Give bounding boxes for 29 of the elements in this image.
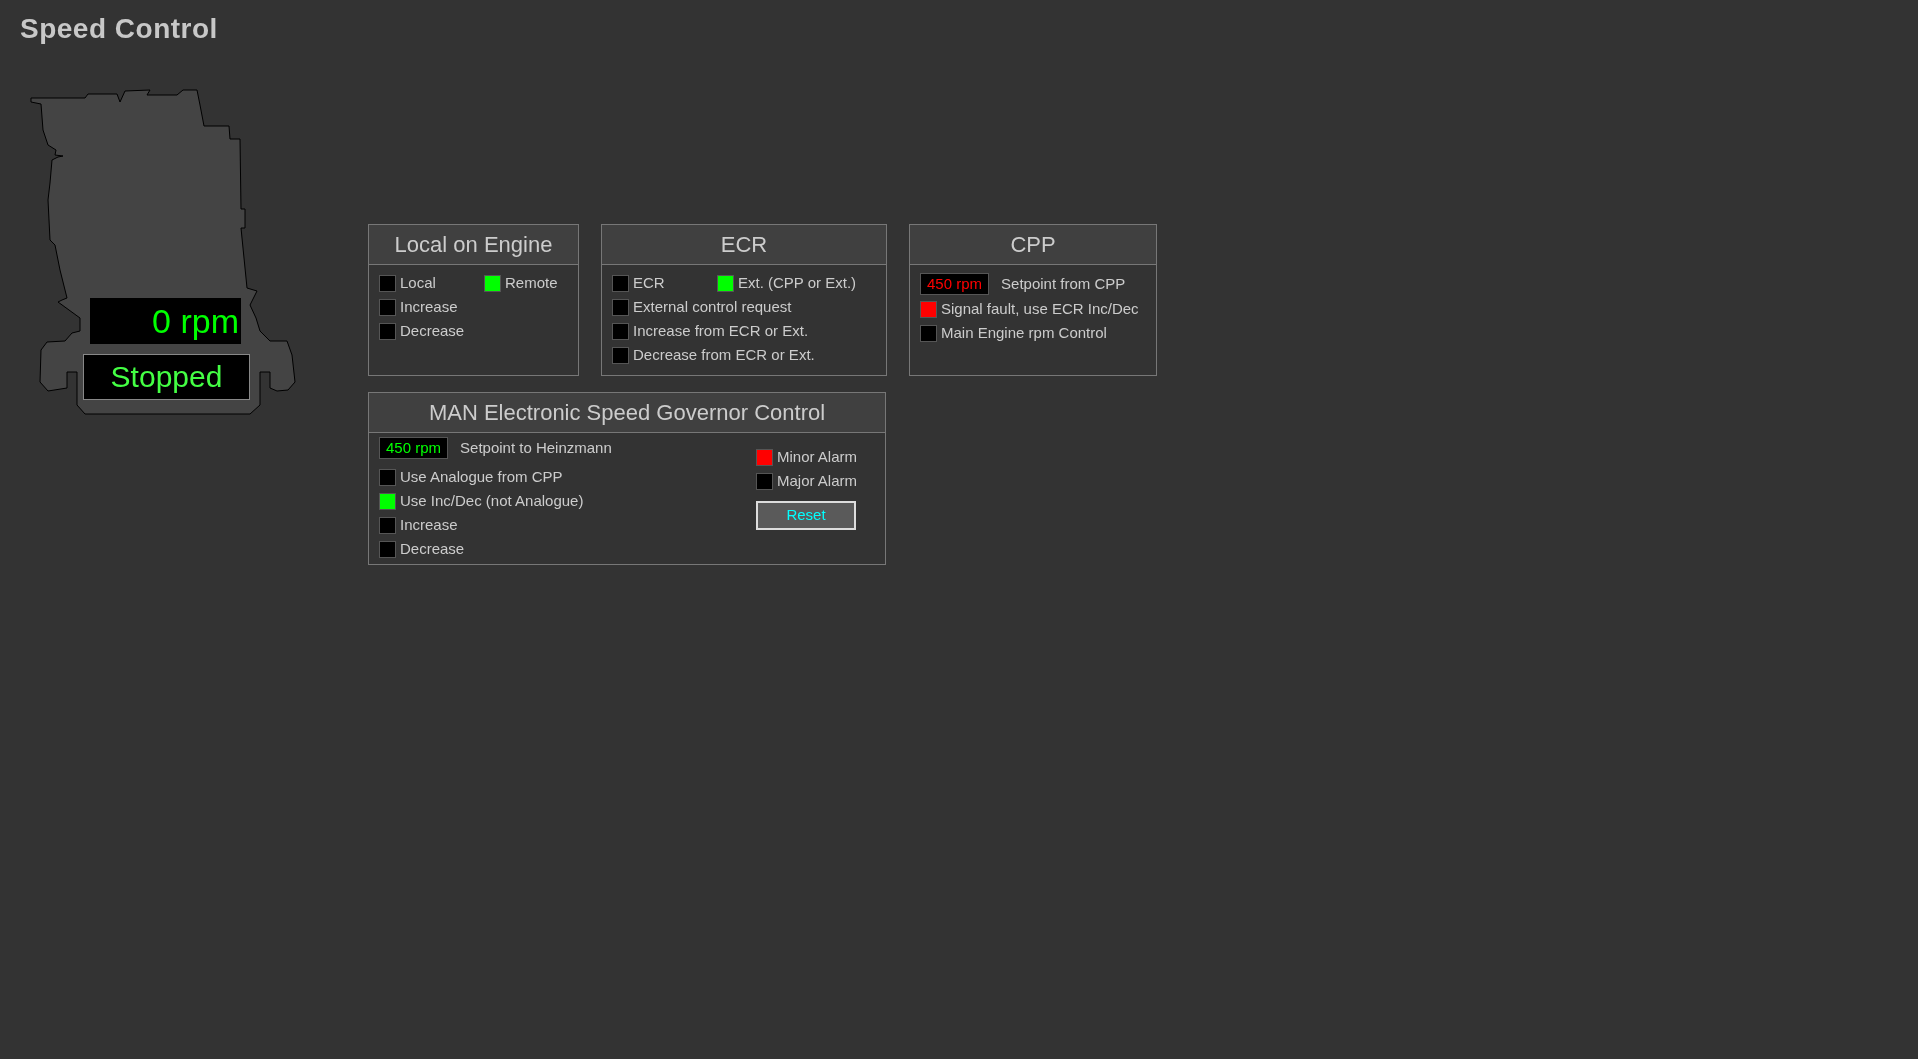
indicator-label: Increase xyxy=(400,514,458,535)
page-title: Speed Control xyxy=(20,12,218,46)
speed-display: 0 rpm xyxy=(90,298,241,344)
indicator-label: Increase from ECR or Ext. xyxy=(633,320,809,341)
indicator-label: Remote xyxy=(505,272,558,293)
reset-button[interactable]: Reset xyxy=(755,501,856,530)
indicator-label: Signal fault, use ECR Inc/Dec xyxy=(941,298,1139,319)
rpm-display: 450 rpm xyxy=(379,437,449,459)
panel-title: CPP xyxy=(1010,231,1056,259)
indicator-label: Decrease from ECR or Ext. xyxy=(633,344,815,365)
indicator-label: ECR xyxy=(633,272,665,293)
display-label: Setpoint from CPP xyxy=(1001,273,1126,294)
indicator-label: Decrease xyxy=(400,538,465,559)
indicator-label: Decrease xyxy=(400,320,465,341)
display-label: Setpoint to Heinzmann xyxy=(460,437,612,458)
panel-title: Local on Engine xyxy=(394,231,553,259)
indicator-label: External control request xyxy=(633,296,792,317)
indicator-label: Use Inc/Dec (not Analogue) xyxy=(400,490,584,511)
panel-title: MAN Electronic Speed Governor Control xyxy=(428,399,826,427)
indicator-label: Major Alarm xyxy=(776,470,857,491)
status-display: Stopped xyxy=(83,354,250,400)
indicator-label: Use Analogue from CPP xyxy=(400,466,563,487)
indicator-label: Minor Alarm xyxy=(776,446,857,467)
indicator-label: Local xyxy=(400,272,436,293)
rpm-display: 450 rpm xyxy=(920,273,990,295)
indicator-label: Increase xyxy=(400,296,458,317)
panel-title: ECR xyxy=(720,231,768,259)
indicator-label: Main Engine rpm Control xyxy=(941,322,1107,343)
indicator-label: Ext. (CPP or Ext.) xyxy=(738,272,857,293)
